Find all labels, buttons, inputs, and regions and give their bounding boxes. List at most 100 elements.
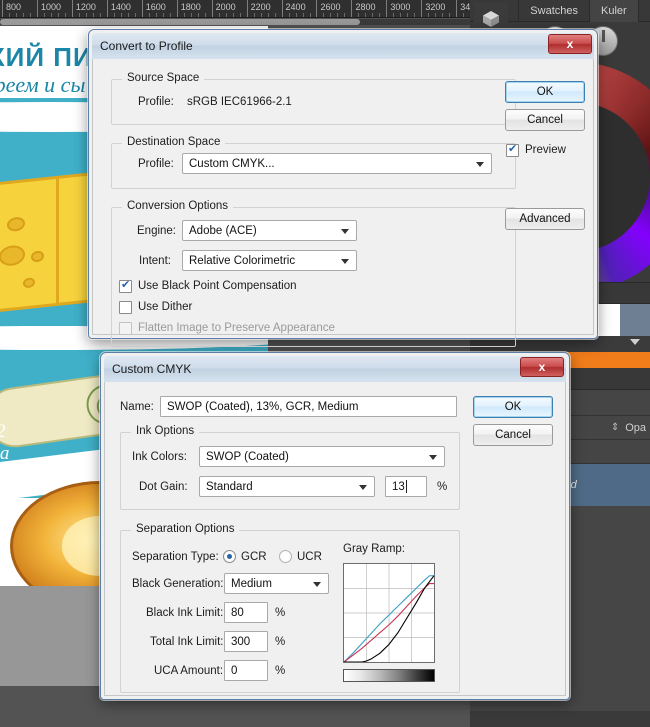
gcr-label: GCR bbox=[241, 551, 267, 563]
black-point-compensation-checkbox[interactable] bbox=[119, 278, 132, 293]
engine-select[interactable]: Adobe (ACE) bbox=[182, 220, 357, 241]
custom-cmyk-dialog[interactable]: Custom CMYK x Name: SWOP (Coated), 13%, … bbox=[99, 351, 571, 701]
ruler-minor-tick bbox=[463, 13, 465, 17]
ruler-minor-tick bbox=[99, 13, 101, 17]
ruler-minor-tick bbox=[365, 13, 367, 17]
ruler-minor-tick bbox=[218, 13, 220, 17]
close-icon[interactable]: x bbox=[520, 357, 564, 377]
conversion-options-group: Conversion Options Engine: Adobe (ACE) I… bbox=[111, 200, 516, 347]
cmyk-dialog-titlebar[interactable]: Custom CMYK x bbox=[104, 356, 566, 382]
horizontal-ruler[interactable]: 800 1000 1200 1400 1600 1800 2000 2200 2400 2600 2… bbox=[0, 0, 470, 18]
chevron-down-icon[interactable] bbox=[341, 229, 349, 234]
ruler-minor-tick bbox=[435, 13, 437, 17]
ruler-minor-tick bbox=[57, 13, 59, 17]
black-generation-label: Black Generation: bbox=[132, 578, 224, 590]
black-generation-select[interactable]: Medium bbox=[224, 573, 329, 594]
convert-ok-button[interactable]: OK bbox=[505, 81, 585, 103]
ruler-minor-tick bbox=[8, 13, 10, 17]
cmyk-ok-button[interactable]: OK bbox=[473, 396, 553, 418]
chevron-down-icon[interactable] bbox=[476, 162, 484, 167]
ruler-minor-tick bbox=[260, 13, 262, 17]
chevron-down-icon[interactable] bbox=[630, 339, 640, 345]
tab-swatches[interactable]: Swatches bbox=[519, 0, 590, 22]
chevron-down-icon[interactable] bbox=[341, 259, 349, 264]
intent-value: Relative Colorimetric bbox=[189, 254, 296, 267]
ruler-minor-tick bbox=[302, 13, 304, 17]
ruler-minor-tick bbox=[288, 13, 290, 17]
cmyk-name-value: SWOP (Coated), 13%, GCR, Medium bbox=[167, 400, 359, 413]
chevron-down-icon[interactable] bbox=[429, 455, 437, 460]
separation-options-group-title: Separation Options bbox=[131, 523, 240, 535]
ruler-minor-tick bbox=[197, 13, 199, 17]
gray-ramp-label: Gray Ramp: bbox=[343, 543, 405, 555]
advanced-button[interactable]: Advanced bbox=[505, 208, 585, 230]
uca-amount-label: UCA Amount: bbox=[154, 665, 224, 677]
engine-label: Engine: bbox=[137, 225, 177, 237]
total-ink-limit-label: Total Ink Limit: bbox=[150, 636, 224, 648]
ink-colors-value: SWOP (Coated) bbox=[206, 450, 289, 463]
ruler-minor-tick bbox=[330, 13, 332, 17]
preview-checkbox[interactable] bbox=[506, 142, 519, 157]
cmyk-name-input[interactable]: SWOP (Coated), 13%, GCR, Medium bbox=[160, 396, 457, 417]
scrollbar-thumb[interactable] bbox=[0, 19, 360, 25]
convert-dialog-body: Source Space Profile: sRGB IEC61966-2.1 … bbox=[92, 59, 594, 347]
ink-colors-select[interactable]: SWOP (Coated) bbox=[199, 446, 445, 467]
ruler-minor-tick bbox=[225, 13, 227, 17]
conversion-options-group-title: Conversion Options bbox=[122, 200, 233, 212]
layers-panel-footer[interactable] bbox=[470, 711, 650, 727]
ruler-minor-tick bbox=[393, 13, 395, 17]
source-space-group-title: Source Space bbox=[122, 72, 205, 84]
ruler-minor-tick bbox=[92, 13, 94, 17]
ruler-minor-tick bbox=[344, 13, 346, 17]
destination-profile-select[interactable]: Custom CMYK... bbox=[182, 153, 492, 174]
black-ink-limit-label: Black Ink Limit: bbox=[146, 607, 224, 619]
convert-dialog-titlebar[interactable]: Convert to Profile x bbox=[92, 33, 594, 59]
ink-options-group-title: Ink Options bbox=[131, 425, 200, 437]
destination-profile-label: Profile: bbox=[138, 158, 174, 170]
uca-amount-value: 0 bbox=[231, 664, 238, 677]
artwork-sub-line2: йуа bbox=[0, 443, 10, 464]
dot-gain-amount-input[interactable]: 13 bbox=[385, 476, 427, 497]
chevron-down-icon[interactable] bbox=[359, 485, 367, 490]
black-ink-limit-input[interactable]: 80 bbox=[224, 602, 268, 623]
preview-label: Preview bbox=[525, 144, 566, 156]
ruler-minor-tick bbox=[169, 13, 171, 17]
convert-cancel-button[interactable]: Cancel bbox=[505, 109, 585, 131]
ucr-radio[interactable] bbox=[279, 550, 292, 563]
dot-gain-select[interactable]: Standard bbox=[199, 476, 375, 497]
close-icon[interactable]: x bbox=[548, 34, 592, 54]
cheese-hole bbox=[7, 216, 25, 233]
flatten-image-checkbox bbox=[119, 322, 132, 335]
ruler-minor-tick bbox=[379, 13, 381, 17]
use-dither-label: Use Dither bbox=[138, 301, 193, 313]
convert-to-profile-dialog[interactable]: Convert to Profile x Source Space Profil… bbox=[87, 28, 599, 347]
cmyk-cancel-button[interactable]: Cancel bbox=[473, 424, 553, 446]
ruler-minor-tick bbox=[162, 13, 164, 17]
ruler-minor-tick bbox=[309, 13, 311, 17]
ruler-minor-tick bbox=[85, 13, 87, 17]
black-ink-limit-value: 80 bbox=[231, 606, 244, 619]
ruler-minor-tick bbox=[64, 13, 66, 17]
cmyk-dialog-title: Custom CMYK bbox=[112, 362, 192, 376]
document-horizontal-scrollbar[interactable] bbox=[0, 19, 470, 25]
opacity-stepper-icon[interactable]: ⇕ bbox=[611, 422, 619, 433]
total-ink-limit-input[interactable]: 300 bbox=[224, 631, 268, 652]
total-ink-limit-value: 300 bbox=[231, 635, 251, 648]
cheese-hole bbox=[0, 244, 25, 267]
intent-select[interactable]: Relative Colorimetric bbox=[182, 250, 357, 271]
intent-label: Intent: bbox=[139, 255, 171, 267]
cmyk-name-label: Name: bbox=[120, 401, 154, 413]
uca-amount-input[interactable]: 0 bbox=[224, 660, 268, 681]
ruler-minor-tick bbox=[358, 13, 360, 17]
gcr-radio[interactable] bbox=[223, 550, 236, 563]
source-profile-value: sRGB IEC61966-2.1 bbox=[187, 96, 292, 108]
chevron-down-icon[interactable] bbox=[313, 582, 321, 587]
tab-kuler[interactable]: Kuler bbox=[590, 0, 639, 22]
gray-ramp-chart bbox=[343, 563, 435, 663]
uca-amount-percent: % bbox=[275, 665, 286, 677]
ruler-minor-tick bbox=[29, 13, 31, 17]
use-dither-checkbox[interactable] bbox=[119, 301, 132, 314]
destination-space-group: Destination Space Profile: Custom CMYK..… bbox=[111, 136, 516, 189]
source-profile-label: Profile: bbox=[138, 96, 174, 108]
ruler-minor-tick bbox=[400, 13, 402, 17]
